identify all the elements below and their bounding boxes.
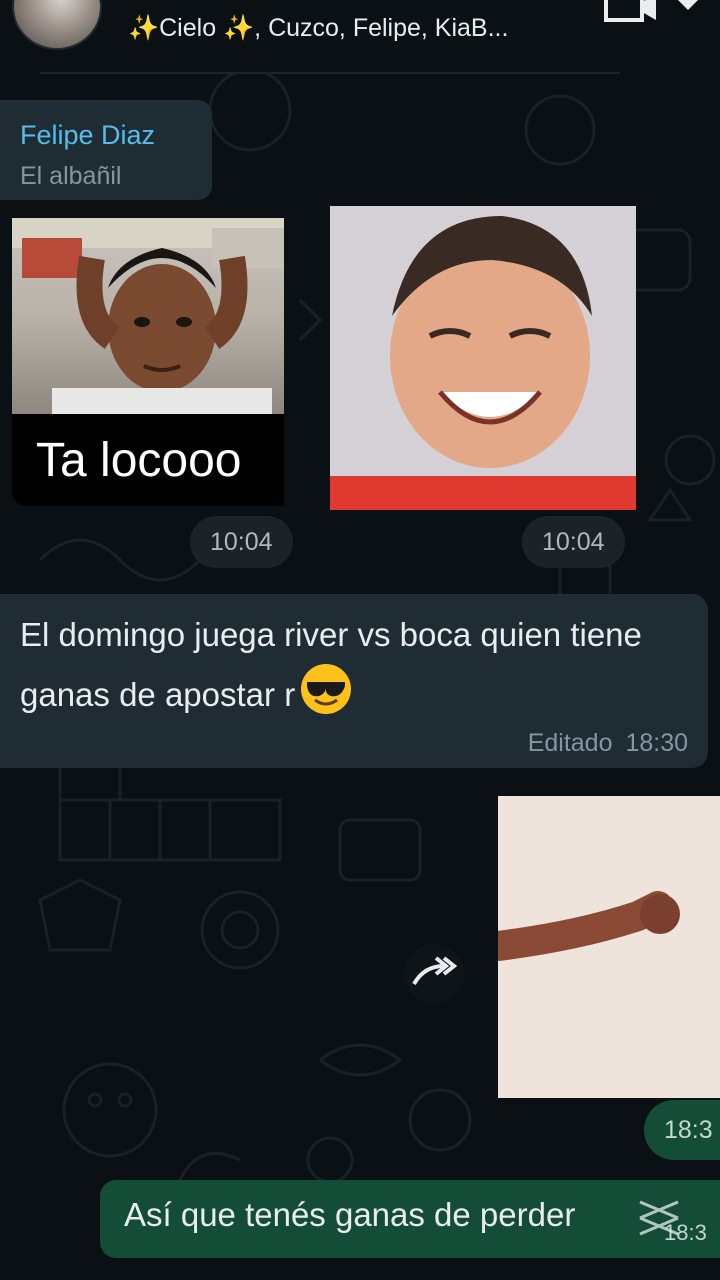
sender-name[interactable]: Felipe Diaz [20,120,155,151]
incoming-message-time: 18:30 [625,729,688,757]
sender-subtitle: El albañil [20,162,122,190]
sender-info[interactable]: Felipe Diaz El albañil [0,100,212,200]
group-avatar[interactable] [12,0,102,50]
edited-label: Editado [527,729,613,757]
outgoing-media-time: 18:3 [644,1100,720,1160]
sticker-photo [12,218,284,414]
incoming-message-meta: Editado 18:30 [528,729,688,758]
outgoing-message-text: Así que tenés ganas de perder [124,1196,576,1233]
forward-button[interactable] [404,944,464,1004]
outgoing-message-bubble[interactable]: Así que tenés ganas de perder 18:3 [100,1180,720,1258]
chat-title[interactable]: ✨Cielo ✨, Cuzco, Felipe, KiaB... [128,14,508,43]
sticker-caption: Ta locooo [12,414,284,506]
incoming-message-bubble[interactable]: El domingo juega river vs boca quien tie… [0,594,708,768]
sticker-right-time: 10:04 [522,516,625,568]
sticker-smiling-kid[interactable] [330,206,636,510]
sunglasses-emoji-icon [301,664,352,714]
outgoing-video-thumbnail[interactable] [498,796,720,1098]
incoming-message-text: El domingo juega river vs boca quien tie… [20,608,680,722]
sticker-left-time: 10:04 [190,516,293,568]
forward-icon [412,956,458,986]
more-options-icon[interactable] [674,0,702,20]
sticker-ta-locooo[interactable]: Ta locooo [12,218,284,506]
capcut-watermark-icon [639,1200,679,1236]
chat-header: ✨Cielo ✨, Cuzco, Felipe, KiaB... [0,0,720,72]
video-call-icon[interactable] [600,0,660,24]
header-divider [40,72,620,74]
